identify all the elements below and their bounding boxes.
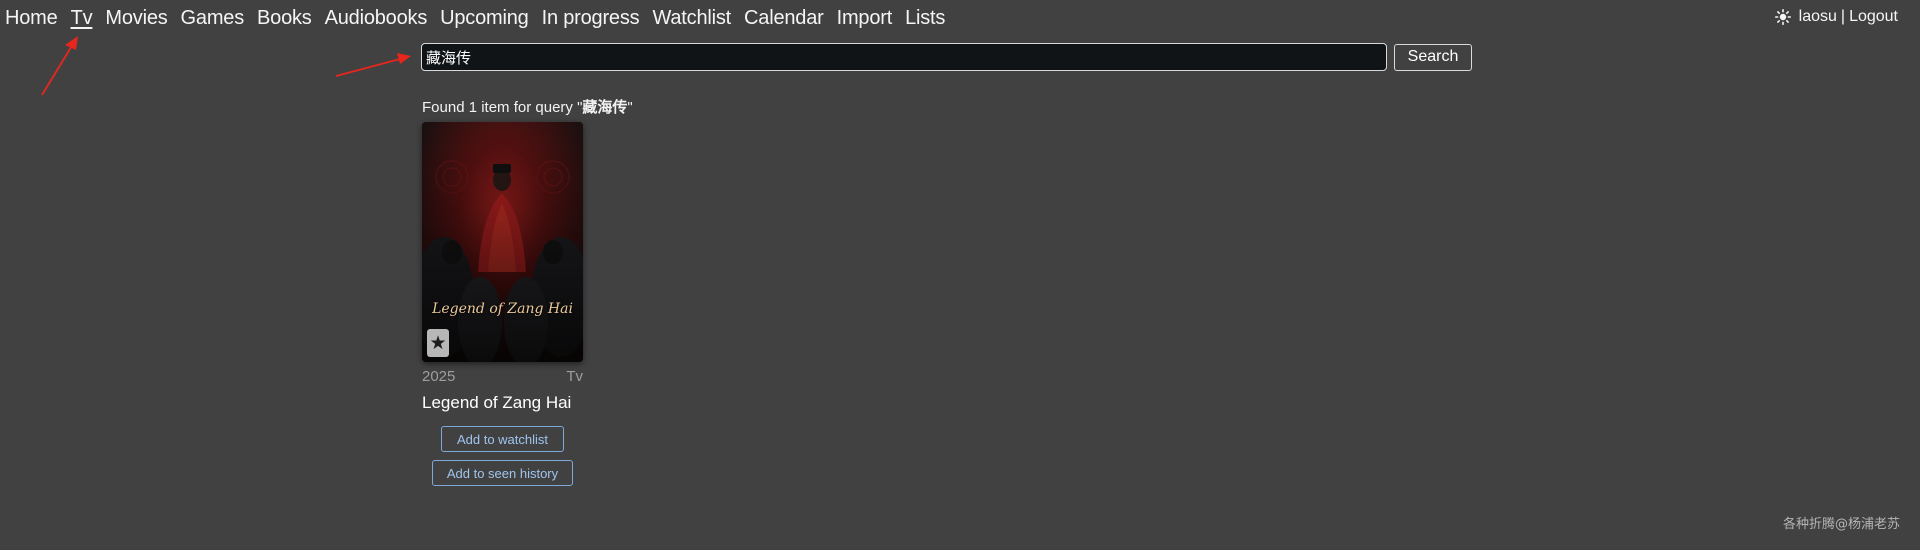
- user-separator: |: [1840, 8, 1846, 25]
- nav-upcoming[interactable]: Upcoming: [440, 7, 529, 30]
- username-link[interactable]: laosu: [1799, 8, 1837, 26]
- star-icon[interactable]: ★: [427, 329, 449, 357]
- search-form: Search: [421, 43, 1472, 71]
- media-meta: 2025 Tv: [422, 368, 583, 385]
- results-query: 藏海传: [582, 99, 628, 116]
- nav-calendar[interactable]: Calendar: [744, 7, 824, 30]
- results-prefix: Found 1 item for query ": [422, 99, 583, 116]
- media-type: Tv: [566, 368, 583, 385]
- poster-title-text: Legend of Zang Hai: [432, 301, 573, 317]
- annotation-arrows: [41, 36, 411, 96]
- sun-icon[interactable]: [1774, 9, 1791, 25]
- nav-tv[interactable]: Tv: [71, 7, 93, 30]
- media-year: 2025: [422, 368, 456, 385]
- watermark: 各种折腾@杨浦老苏: [1782, 517, 1900, 532]
- nav-import[interactable]: Import: [837, 7, 893, 30]
- add-to-seen-history-button[interactable]: Add to seen history: [432, 460, 573, 486]
- nav-watchlist[interactable]: Watchlist: [652, 7, 731, 30]
- search-button[interactable]: Search: [1394, 43, 1472, 71]
- arrow-to-search-icon: [335, 53, 411, 77]
- add-to-watchlist-button[interactable]: Add to watchlist: [441, 426, 564, 452]
- nav-audiobooks[interactable]: Audiobooks: [325, 7, 428, 30]
- nav-games[interactable]: Games: [181, 7, 245, 30]
- nav-books[interactable]: Books: [257, 7, 312, 30]
- results-suffix: ": [627, 99, 633, 116]
- poster-image[interactable]: Legend of Zang Hai ★: [422, 122, 583, 362]
- search-input[interactable]: [421, 43, 1387, 71]
- main-nav: Home Tv Movies Games Books Audiobooks Up…: [0, 0, 958, 36]
- logout-link[interactable]: Logout: [1849, 8, 1898, 26]
- results-summary: Found 1 item for query "藏海传": [422, 96, 633, 117]
- media-title[interactable]: Legend of Zang Hai: [422, 393, 583, 413]
- media-card: Legend of Zang Hai ★ 2025 Tv Legend of Z…: [422, 122, 583, 486]
- nav-home[interactable]: Home: [5, 7, 58, 30]
- nav-movies[interactable]: Movies: [105, 7, 167, 30]
- arrow-to-tv-icon: [41, 36, 78, 96]
- nav-lists[interactable]: Lists: [905, 7, 945, 30]
- user-menu: laosu | Logout: [1774, 8, 1898, 26]
- nav-in-progress[interactable]: In progress: [542, 7, 640, 30]
- poster-artwork: [422, 122, 583, 362]
